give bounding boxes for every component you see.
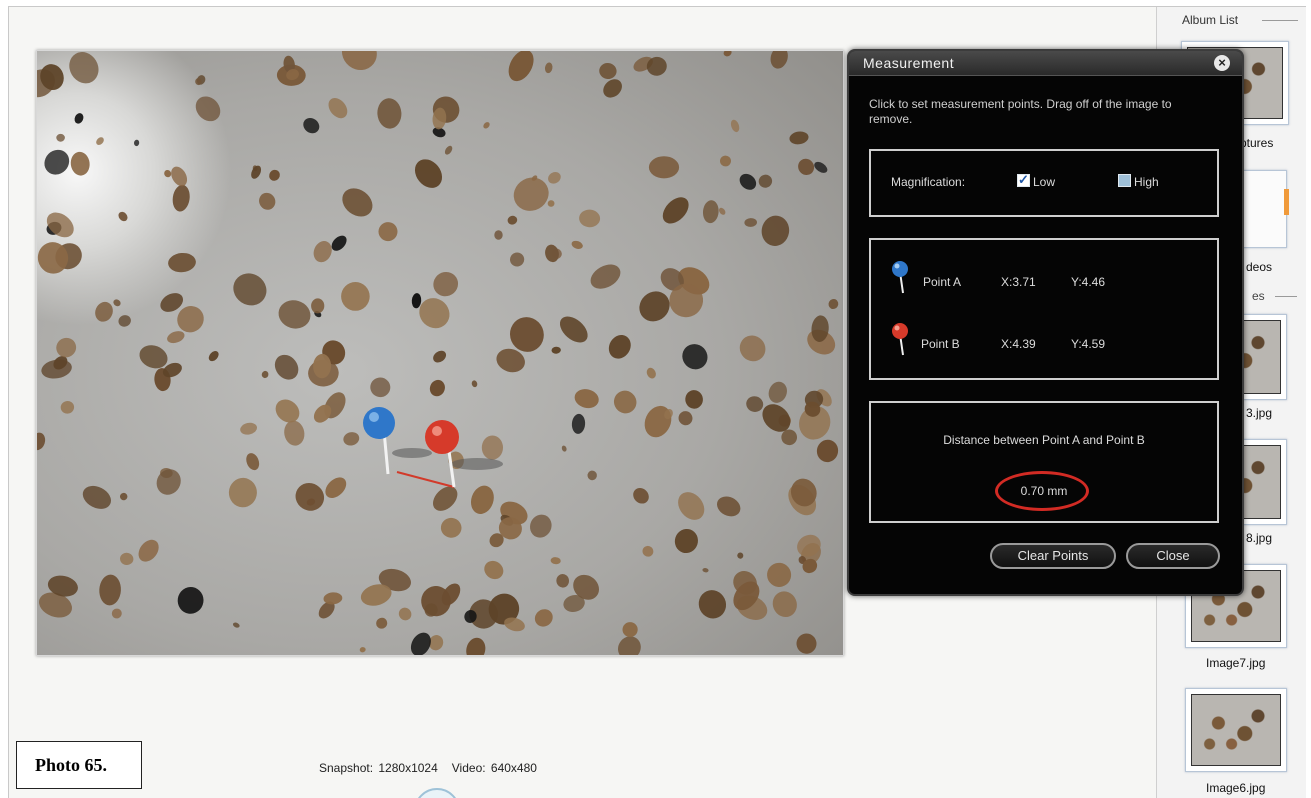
distance-label: Distance between Point A and Point B xyxy=(943,433,1145,447)
point-b-y: Y:4.59 xyxy=(1071,337,1106,351)
blue-pin-icon xyxy=(892,261,908,294)
divider xyxy=(1275,296,1297,297)
image-thumbnail xyxy=(1191,694,1281,766)
instructions-text: Click to set measurement points. Drag of… xyxy=(869,97,1172,126)
point-b-x: X:4.39 xyxy=(1001,337,1036,351)
point-a-x: X:3.71 xyxy=(1001,275,1036,289)
point-a-y: Y:4.46 xyxy=(1071,275,1106,289)
magnification-panel: Magnification: Low High xyxy=(869,149,1219,217)
close-button[interactable]: Close xyxy=(1126,543,1220,569)
video-accent xyxy=(1284,189,1289,215)
image-label: Image7.jpg xyxy=(1206,656,1266,670)
high-label: High xyxy=(1134,175,1159,189)
distance-panel: Distance between Point A and Point B 0.7… xyxy=(869,401,1219,523)
clear-points-button[interactable]: Clear Points xyxy=(990,543,1116,569)
album-videos-label: deos xyxy=(1246,260,1273,274)
high-checkbox[interactable] xyxy=(1118,174,1131,187)
point-b-label: Point B xyxy=(921,337,960,351)
pin-b-head xyxy=(425,420,459,454)
low-label: Low xyxy=(1033,175,1056,189)
app-window: Album List ptures deos es 3.jpg 8.jpg Im… xyxy=(8,6,1306,798)
divider xyxy=(1262,20,1298,21)
magnification-label: Magnification: xyxy=(891,175,966,189)
points-panel: Point A X:3.71 Y:4.46 Point B X:4.39 Y:4… xyxy=(869,238,1219,380)
album-pictures-label: ptures xyxy=(1240,136,1274,150)
status-bar: Snapshot: 1280x1024 Video: 640x480 xyxy=(319,761,537,775)
album-list-title: Album List xyxy=(1182,13,1239,27)
images-section-label: es xyxy=(1252,289,1265,303)
point-a-label: Point A xyxy=(923,275,962,289)
image-label: 8.jpg xyxy=(1246,531,1273,545)
measurement-dialog: Measurement × Click to set measurement p… xyxy=(847,49,1244,596)
image-label: 3.jpg xyxy=(1246,406,1273,420)
snapshot-resolution: Snapshot: 1280x1024 xyxy=(319,761,438,775)
low-checkbox[interactable] xyxy=(1017,172,1030,188)
pin-a-head xyxy=(363,407,395,439)
photo-caption: Photo 65. xyxy=(16,741,142,789)
dialog-title: Measurement xyxy=(863,55,955,71)
distance-value: 0.70 mm xyxy=(1020,484,1068,498)
video-resolution: Video: 640x480 xyxy=(451,761,537,775)
measurement-line xyxy=(396,471,455,488)
red-pin-icon xyxy=(892,323,908,356)
image-thumb[interactable] xyxy=(1185,688,1287,772)
image-label: Image6.jpg xyxy=(1206,781,1266,795)
close-icon[interactable]: × xyxy=(1214,55,1230,71)
microscope-image[interactable] xyxy=(36,50,844,656)
measurement-overlay xyxy=(363,407,503,488)
dialog-titlebar: Measurement × xyxy=(849,51,1242,76)
